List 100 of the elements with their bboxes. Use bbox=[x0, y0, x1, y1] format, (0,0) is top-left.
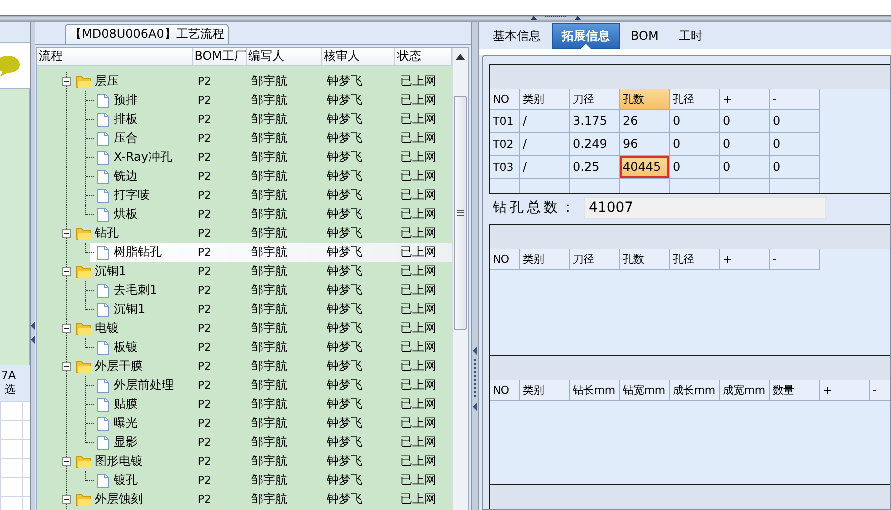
table-cell-text: 已上网 bbox=[399, 472, 438, 489]
table-cell-text: 邹宇航 bbox=[250, 472, 289, 489]
table-cell: / bbox=[520, 110, 570, 133]
column-header[interactable]: - bbox=[770, 89, 820, 110]
node-label: 压合 bbox=[114, 130, 138, 147]
collapse-icon[interactable] bbox=[62, 267, 71, 276]
table-cell-text: 邹宇航 bbox=[250, 453, 289, 470]
table-cell-text: 已上网 bbox=[399, 149, 438, 166]
document-icon bbox=[95, 244, 111, 260]
column-header[interactable]: NO bbox=[490, 249, 520, 270]
tree-row[interactable]: 图形电镀 P2 邹宇航 钟梦飞 已上网 bbox=[37, 452, 452, 471]
column-header[interactable]: 成宽mm bbox=[720, 380, 770, 401]
column-header[interactable]: + bbox=[820, 380, 870, 401]
tree-row[interactable]: 贴膜 P2 邹宇航 钟梦飞 已上网 bbox=[37, 395, 452, 414]
collapse-icon[interactable] bbox=[62, 495, 71, 504]
collapse-icon[interactable] bbox=[62, 77, 71, 86]
table-cell-text: P2 bbox=[196, 378, 213, 394]
tree-row[interactable]: 铣边 P2 邹宇航 钟梦飞 已上网 bbox=[37, 167, 452, 186]
column-header[interactable]: 数量 bbox=[770, 380, 820, 401]
tab[interactable]: 拓展信息 bbox=[552, 23, 620, 49]
tree-row[interactable]: 镀孔 P2 邹宇航 钟梦飞 已上网 bbox=[37, 471, 452, 490]
column-header[interactable]: 核审人 bbox=[322, 48, 396, 65]
table-cell-text: 钟梦飞 bbox=[326, 263, 364, 280]
column-header[interactable]: 类别 bbox=[520, 249, 570, 270]
table-cell-text: 已上网 bbox=[399, 415, 438, 432]
tree-row[interactable]: 压合 P2 邹宇航 钟梦飞 已上网 bbox=[37, 129, 452, 148]
scrollbar[interactable] bbox=[452, 48, 468, 510]
table-cell-text: 钟梦飞 bbox=[326, 491, 364, 508]
tree-row[interactable]: 烘板 P2 邹宇航 钟梦飞 已上网 bbox=[37, 205, 452, 224]
table-cell: 0 bbox=[670, 110, 720, 133]
table-cell-text: 邹宇航 bbox=[250, 187, 289, 204]
column-header[interactable]: 钻宽mm bbox=[620, 380, 670, 401]
table-cell-text: P2 bbox=[196, 188, 213, 204]
table-cell: 26 bbox=[620, 110, 670, 133]
column-header[interactable]: - bbox=[870, 380, 890, 401]
splitter-grip-icon[interactable] bbox=[530, 16, 580, 20]
column-header[interactable]: 刀径 bbox=[570, 89, 620, 110]
column-header[interactable]: 孔数 bbox=[620, 249, 670, 270]
total-field[interactable]: 41007 bbox=[584, 197, 826, 219]
column-header[interactable]: 类别 bbox=[520, 89, 570, 110]
column-header[interactable]: NO bbox=[490, 380, 520, 401]
table-cell-text: 钟梦飞 bbox=[326, 168, 364, 185]
collapse-arrow-icon[interactable] bbox=[473, 403, 477, 411]
tree-row[interactable]: 排板 P2 邹宇航 钟梦飞 已上网 bbox=[37, 110, 452, 129]
table-cell-text: P2 bbox=[196, 454, 213, 470]
collapse-icon[interactable] bbox=[62, 362, 71, 371]
tree-row[interactable]: 外层蚀刻 P2 邹宇航 钟梦飞 已上网 bbox=[37, 490, 452, 509]
tree-row[interactable]: 显影 P2 邹宇航 钟梦飞 已上网 bbox=[37, 433, 452, 452]
tree-row[interactable]: 板镀 P2 邹宇航 钟梦飞 已上网 bbox=[37, 338, 452, 357]
tree-row[interactable]: 去毛刺1 P2 邹宇航 钟梦飞 已上网 bbox=[37, 281, 452, 300]
document-icon bbox=[95, 188, 111, 204]
table-cell-text: 已上网 bbox=[399, 206, 438, 223]
tree-row[interactable]: 打字唛 P2 邹宇航 钟梦飞 已上网 bbox=[37, 186, 452, 205]
column-header[interactable]: 编写人 bbox=[246, 48, 322, 65]
scroll-up-icon[interactable] bbox=[456, 54, 465, 60]
column-header[interactable]: BOM工厂 bbox=[192, 48, 247, 65]
column-header[interactable]: 类别 bbox=[520, 380, 570, 401]
column-header[interactable]: + bbox=[720, 89, 770, 110]
column-header[interactable]: 孔径 bbox=[670, 249, 720, 270]
table-cell-text: 邹宇航 bbox=[250, 168, 289, 185]
folder-icon bbox=[76, 226, 92, 242]
tree-row[interactable]: 层压 P2 邹宇航 钟梦飞 已上网 bbox=[37, 72, 452, 91]
tree-row[interactable]: 预排 P2 邹宇航 钟梦飞 已上网 bbox=[37, 91, 452, 110]
collapse-arrow-icon[interactable] bbox=[473, 347, 477, 355]
table-cell-text: P2 bbox=[196, 435, 213, 451]
tree-row[interactable]: 外层前处理 P2 邹宇航 钟梦飞 已上网 bbox=[37, 376, 452, 395]
node-label: 排板 bbox=[114, 111, 138, 128]
column-header[interactable]: 刀径 bbox=[570, 249, 620, 270]
table-cell-text: P2 bbox=[196, 112, 213, 128]
column-header[interactable]: + bbox=[720, 249, 770, 270]
tree-row[interactable]: 沉铜1 P2 邹宇航 钟梦飞 已上网 bbox=[37, 300, 452, 319]
column-header[interactable]: 钻长mm bbox=[570, 380, 620, 401]
table-cell-text: 已上网 bbox=[399, 73, 438, 90]
scroll-thumb[interactable] bbox=[454, 96, 467, 330]
document-icon bbox=[95, 340, 111, 356]
tree-row[interactable]: 沉铜1 P2 邹宇航 钟梦飞 已上网 bbox=[37, 262, 452, 281]
tab[interactable]: 工时 bbox=[670, 23, 712, 49]
table-cell-text: 已上网 bbox=[399, 263, 438, 280]
table-cell-text: 钟梦飞 bbox=[326, 92, 364, 109]
tab[interactable]: BOM bbox=[622, 23, 668, 49]
tree-row[interactable]: 钻孔 P2 邹宇航 钟梦飞 已上网 bbox=[37, 224, 452, 243]
table-cell-text: 邹宇航 bbox=[250, 92, 289, 109]
document-icon bbox=[95, 302, 111, 318]
collapse-icon[interactable] bbox=[62, 229, 71, 238]
tab[interactable]: 基本信息 bbox=[484, 23, 550, 49]
tree-row[interactable]: 电镀 P2 邹宇航 钟梦飞 已上网 bbox=[37, 319, 452, 338]
column-header[interactable]: 流程 bbox=[37, 48, 193, 65]
tree-row[interactable]: 外层干膜 P2 邹宇航 钟梦飞 已上网 bbox=[37, 357, 452, 376]
column-header[interactable]: 成长mm bbox=[670, 380, 720, 401]
table-cell-text: 邹宇航 bbox=[250, 301, 289, 318]
column-header[interactable]: 孔径 bbox=[670, 89, 720, 110]
collapse-icon[interactable] bbox=[62, 457, 71, 466]
column-header[interactable]: - bbox=[770, 249, 820, 270]
node-label: 外层干膜 bbox=[95, 358, 143, 375]
collapse-icon[interactable] bbox=[62, 324, 71, 333]
column-header[interactable]: NO bbox=[490, 89, 520, 110]
node-label: 显影 bbox=[114, 434, 138, 451]
tree-row[interactable]: X-Ray冲孔 P2 邹宇航 钟梦飞 已上网 bbox=[37, 148, 452, 167]
column-header[interactable]: 孔数 bbox=[620, 89, 670, 110]
tree-row[interactable]: 曝光 P2 邹宇航 钟梦飞 已上网 bbox=[37, 414, 452, 433]
